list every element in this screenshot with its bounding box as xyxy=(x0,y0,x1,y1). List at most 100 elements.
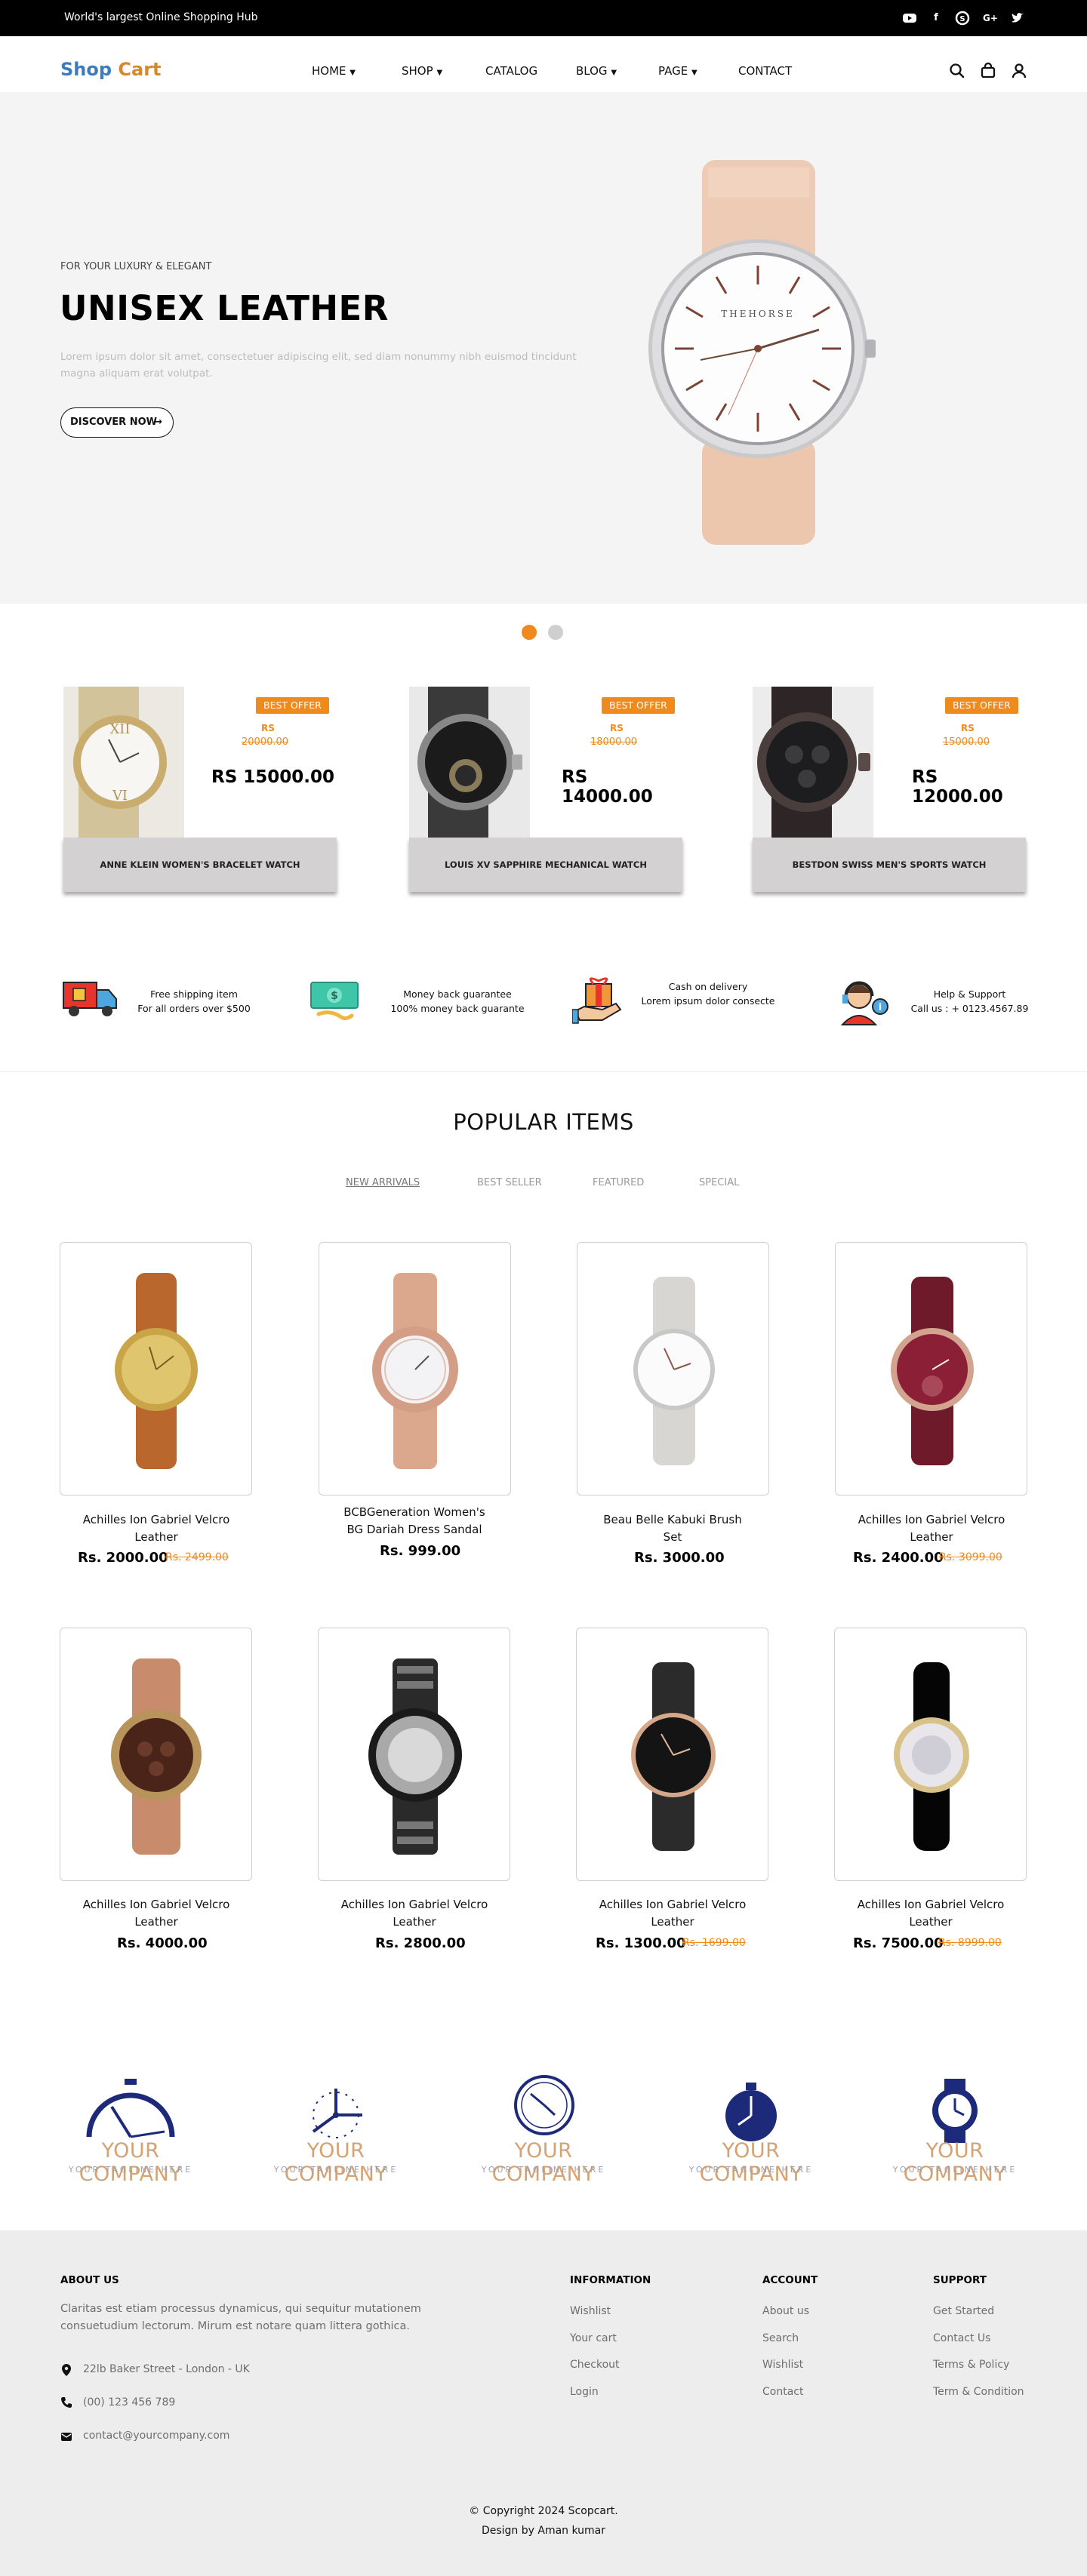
hero-watch-image: THEHORSE xyxy=(648,160,876,545)
offer-price: RS 14000.00 xyxy=(562,767,653,807)
user-icon[interactable] xyxy=(1009,61,1029,81)
brand-logo[interactable]: YOUR COMPANY YOUR TAGLINE HERE xyxy=(260,2071,411,2186)
product-name[interactable]: Achilles Ion Gabriel Velcro Leather xyxy=(47,1896,266,1931)
brand-logo[interactable]: YOUR COMPANY YOUR TAGLINE HERE xyxy=(676,2071,827,2186)
svg-text:VI: VI xyxy=(112,788,128,804)
footer-about-text: Claritas est etiam processus dynamicus, … xyxy=(60,2303,421,2332)
chevron-down-icon: ▼ xyxy=(611,69,617,77)
tab-new-arrivals[interactable]: NEW ARRIVALS xyxy=(346,1177,420,1188)
slider-dot-2[interactable] xyxy=(548,625,563,640)
offer-card[interactable]: BEST OFFER RS 18000.00 RS 14000.00 LOUIS… xyxy=(409,687,682,894)
site-logo[interactable]: Shop Cart xyxy=(60,59,162,80)
footer-account-title: ACCOUNT xyxy=(762,2274,818,2286)
tab-special[interactable]: SPECIAL xyxy=(699,1177,739,1188)
chevron-down-icon: ▼ xyxy=(436,69,443,77)
product-card[interactable] xyxy=(60,1242,252,1495)
product-image xyxy=(111,1658,202,1855)
slider-dot-1[interactable] xyxy=(522,625,537,640)
footer-phone[interactable]: (00) 123 456 789 xyxy=(83,2396,175,2408)
feature-text: Cash on delivery Lorem ipsum dolor consec… xyxy=(641,981,775,1007)
product-card[interactable] xyxy=(835,1242,1027,1495)
section-divider xyxy=(0,1071,1087,1072)
product-name[interactable]: Achilles Ion Gabriel Velcro Leather xyxy=(563,1896,782,1931)
offer-card[interactable]: XII VI BEST OFFER RS 20000.00 RS 15000.0… xyxy=(63,687,337,894)
footer-information-title: INFORMATION xyxy=(570,2274,651,2286)
footer-link-term-condition[interactable]: Term & Condition xyxy=(933,2386,1024,2398)
footer-link-wishlist-2[interactable]: Wishlist xyxy=(762,2359,803,2371)
facebook-icon[interactable]: f xyxy=(928,11,944,26)
support-icon: i xyxy=(840,981,888,1025)
product-price: Rs. 3000.00 xyxy=(634,1550,725,1566)
product-card[interactable] xyxy=(318,1628,510,1881)
nav-blog[interactable]: BLOG ▼ xyxy=(576,64,617,78)
bag-icon[interactable] xyxy=(978,61,998,81)
product-image xyxy=(633,1277,715,1465)
product-old-price: Rs. 1699.00 xyxy=(682,1937,746,1949)
nav-page[interactable]: PAGE ▼ xyxy=(658,64,697,78)
product-name[interactable]: BCBGeneration Women's BG Dariah Dress San… xyxy=(305,1504,524,1539)
hero-description: Lorem ipsum dolor sit amet, consectetuer… xyxy=(60,351,577,380)
product-card[interactable] xyxy=(576,1628,768,1881)
product-card[interactable] xyxy=(319,1242,511,1495)
offer-product-name[interactable]: ANNE KLEIN WOMEN'S BRACELET WATCH xyxy=(63,838,337,892)
discover-now-label: DISCOVER NOW xyxy=(70,417,157,428)
brand-name: YOUR COMPANY xyxy=(491,2139,596,2186)
brand-logo[interactable]: YOUR COMPANY YOUR TAGLINE HERE xyxy=(879,2071,1030,2186)
nav-catalog[interactable]: CATALOG xyxy=(485,64,537,78)
footer-link-search[interactable]: Search xyxy=(762,2332,799,2344)
footer-about-title: ABOUT US xyxy=(60,2274,119,2286)
product-name[interactable]: Achilles Ion Gabriel Velcro Leather xyxy=(822,1511,1041,1546)
product-name[interactable]: Achilles Ion Gabriel Velcro Leather xyxy=(305,1896,524,1931)
chevron-down-icon: ▼ xyxy=(691,69,697,77)
footer-link-checkout[interactable]: Checkout xyxy=(570,2359,620,2371)
product-name[interactable]: Beau Belle Kabuki Brush Set xyxy=(563,1511,782,1546)
footer-link-get-started[interactable]: Get Started xyxy=(933,2305,994,2317)
brand-tagline: YOUR TAGLINE HERE xyxy=(273,2165,399,2175)
skype-icon[interactable]: S xyxy=(955,11,970,26)
product-price: Rs. 4000.00 xyxy=(117,1935,208,1951)
product-name[interactable]: Achilles Ion Gabriel Velcro Leather xyxy=(47,1511,266,1546)
search-icon[interactable] xyxy=(947,61,967,81)
feature-cash-on-delivery: Cash on delivery Lorem ipsum dolor consec… xyxy=(572,973,806,1026)
feature-money-back: $ Money back guarantee 100% money back gu… xyxy=(309,973,544,1026)
footer-email[interactable]: contact@yourcompany.com xyxy=(83,2430,229,2442)
phone-icon xyxy=(60,2396,72,2412)
tab-featured[interactable]: FEATURED xyxy=(593,1177,644,1188)
product-old-price: Rs. 8999.00 xyxy=(938,1937,1002,1949)
product-name[interactable]: Achilles Ion Gabriel Velcro Leather xyxy=(821,1896,1040,1931)
google-plus-icon[interactable]: G+ xyxy=(983,11,998,26)
nav-contact[interactable]: CONTACT xyxy=(738,64,792,78)
twitter-icon[interactable] xyxy=(1010,11,1025,26)
offer-card[interactable]: BEST OFFER RS 15000.00 RS 12000.00 BESTD… xyxy=(753,687,1026,894)
nav-home[interactable]: HOME ▼ xyxy=(312,64,356,78)
offer-product-name[interactable]: BESTDON SWISS MEN'S SPORTS WATCH xyxy=(753,838,1026,892)
footer-link-contact[interactable]: Contact xyxy=(762,2386,803,2398)
best-offer-badge: BEST OFFER xyxy=(602,697,675,714)
discover-now-button[interactable]: DISCOVER NOW → xyxy=(60,407,174,438)
product-card[interactable] xyxy=(577,1242,769,1495)
product-card[interactable] xyxy=(834,1628,1027,1881)
footer-link-terms-policy[interactable]: Terms & Policy xyxy=(933,2359,1009,2371)
offer-product-name[interactable]: LOUIS XV SAPPHIRE MECHANICAL WATCH xyxy=(409,838,682,892)
footer-link-login[interactable]: Login xyxy=(570,2386,599,2398)
product-price: Rs. 2800.00 xyxy=(375,1935,466,1951)
brand-logo[interactable]: YOUR COMPANY YOUR TAGLINE HERE xyxy=(468,2071,619,2186)
nav-shop[interactable]: SHOP ▼ xyxy=(402,64,442,78)
footer-link-about-us[interactable]: About us xyxy=(762,2305,809,2317)
footer: ABOUT US Claritas est etiam processus dy… xyxy=(0,2230,1087,2576)
tab-best-seller[interactable]: BEST SELLER xyxy=(477,1177,542,1188)
old-price: 20000.00 xyxy=(242,736,289,748)
tagline: World's largest Online Shopping Hub xyxy=(64,11,258,23)
product-card[interactable] xyxy=(60,1628,252,1881)
stopwatch-icon xyxy=(725,2083,777,2141)
brand-logo[interactable]: YOUR COMPANY YOUR TAGLINE HERE xyxy=(55,2071,206,2186)
youtube-icon[interactable] xyxy=(902,11,917,26)
footer-link-your-cart[interactable]: Your cart xyxy=(570,2332,617,2344)
offer-watch-image xyxy=(753,687,873,838)
product-price: Rs. 2000.00 xyxy=(78,1550,168,1566)
footer-link-wishlist[interactable]: Wishlist xyxy=(570,2305,611,2317)
svg-text:i: i xyxy=(879,1002,882,1013)
footer-link-contact-us[interactable]: Contact Us xyxy=(933,2332,990,2344)
product-image xyxy=(372,1273,458,1469)
hero-eyebrow: FOR YOUR LUXURY & ELEGANT xyxy=(60,261,212,272)
